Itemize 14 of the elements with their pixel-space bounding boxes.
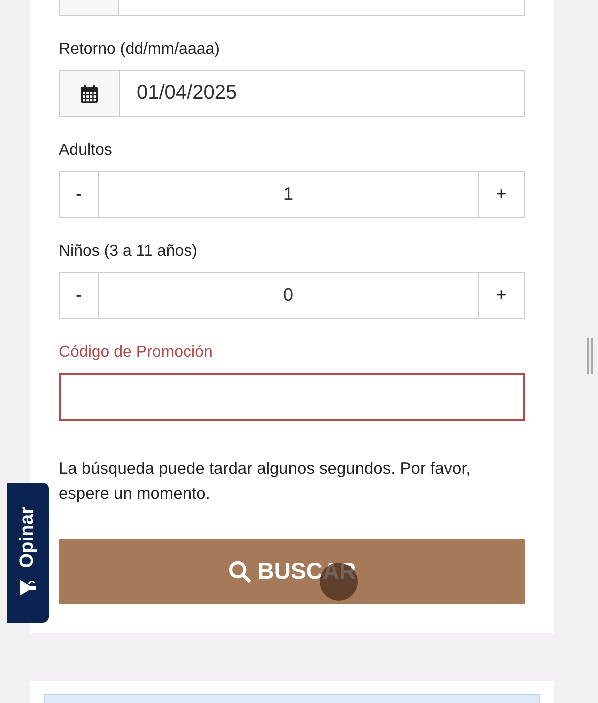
feedback-tab[interactable]: Opinar xyxy=(7,483,49,623)
search-button[interactable]: BUSCAR xyxy=(59,539,525,604)
field-label: Niños (3 a 11 años) xyxy=(59,242,198,262)
count-field[interactable]: 0 xyxy=(99,272,478,319)
notice-text: La búsqueda puede tardar algunos segundos. Por favor, espere un momento. xyxy=(59,459,472,505)
increment-button[interactable]: + xyxy=(478,272,525,319)
count-field[interactable]: 1 xyxy=(99,171,478,218)
field-label: Código de Promoción xyxy=(59,343,214,363)
decrement-button[interactable]: - xyxy=(59,272,99,319)
return-date-field[interactable]: 01/04/2025 xyxy=(120,70,525,117)
decrement-button[interactable]: - xyxy=(59,171,99,218)
field-label: Retorno (dd/mm/aaaa) xyxy=(59,40,221,60)
field-label: Adultos xyxy=(59,141,114,161)
increment-button[interactable]: + xyxy=(478,171,525,218)
